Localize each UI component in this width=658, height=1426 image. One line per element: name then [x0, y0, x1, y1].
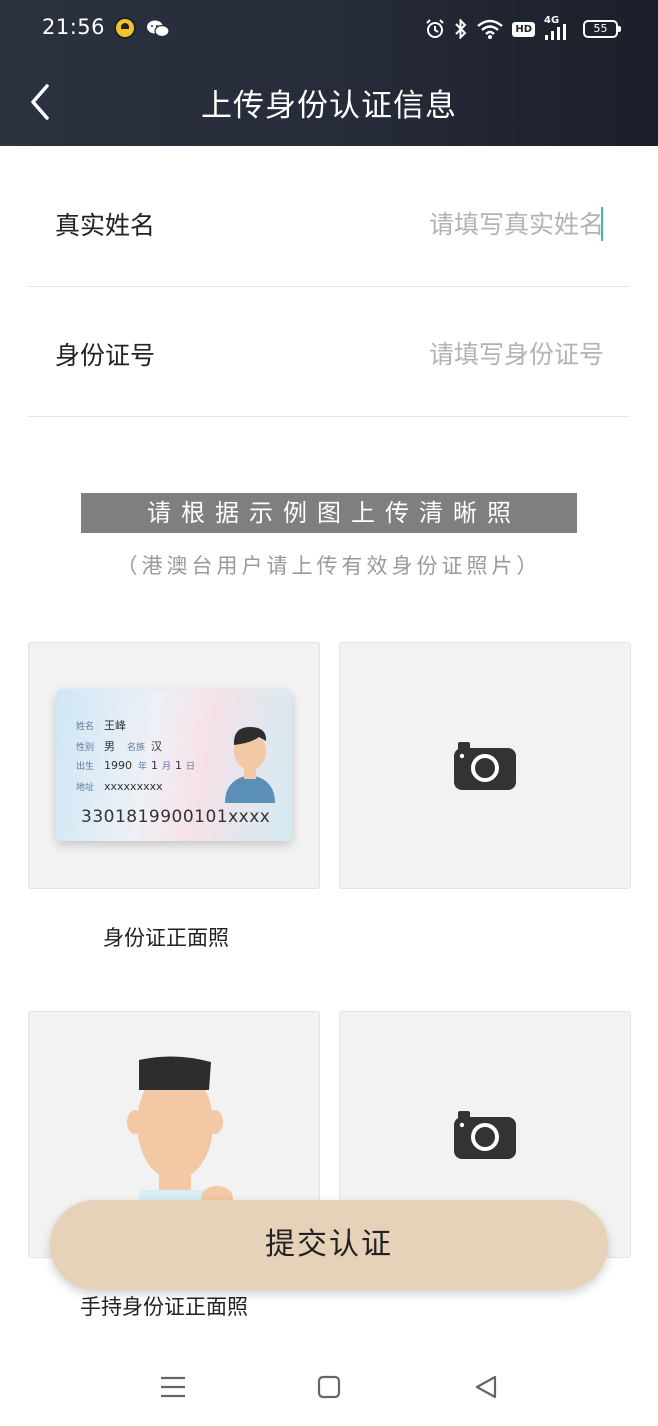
alarm-icon	[426, 19, 445, 38]
id-gender-key: 性别	[76, 743, 95, 753]
home-square-icon[interactable]	[314, 1372, 344, 1402]
id-name-value: 王峰	[104, 719, 127, 732]
id-birth-key: 出生	[76, 762, 95, 772]
system-nav-bar	[0, 1350, 658, 1426]
id-address-value: xxxxxxxxx	[104, 780, 163, 793]
status-bar: 21:56 HD 4G 55	[0, 0, 658, 60]
id-number-label: 身份证号	[55, 341, 156, 370]
upload-id-front-button[interactable]	[339, 642, 631, 889]
signal-bars-icon	[545, 24, 566, 40]
id-year-unit: 年	[138, 762, 148, 772]
id-day-unit: 日	[186, 762, 196, 772]
id-address-line: 地址 xxxxxxxxx	[76, 780, 163, 793]
id-card-sample: 姓名 王峰 性别男名族汉 出生 1990 年 1 月 1 日 地址 xxxxxxxxx 3301…	[56, 689, 292, 841]
back-triangle-icon[interactable]	[471, 1372, 501, 1402]
real-name-label: 真实姓名	[55, 211, 156, 240]
camera-icon	[454, 741, 516, 790]
id-ethnicity-value: 汉	[151, 740, 163, 753]
id-month-unit: 月	[162, 762, 172, 772]
menu-icon[interactable]	[158, 1372, 188, 1402]
page: 21:56 HD 4G 55 上传身份认证信息 真实姓名 请填写真实姓名 身份证…	[0, 0, 658, 1426]
id-ethnicity-key: 名族	[127, 743, 146, 753]
real-name-row: 真实姓名	[28, 158, 630, 287]
page-title: 上传身份认证信息	[201, 88, 457, 124]
bluetooth-icon	[455, 19, 467, 39]
id-birth-month: 1	[151, 759, 159, 772]
hd-icon: HD	[512, 21, 535, 37]
battery-icon: 55	[583, 20, 621, 38]
id-birth-day: 1	[175, 759, 183, 772]
id-gender-line: 性别男 名族汉	[76, 738, 162, 754]
submit-verification-button[interactable]: 提交认证	[50, 1200, 608, 1290]
id-front-sample-card: 姓名 王峰 性别男名族汉 出生 1990 年 1 月 1 日 地址 xxxxxxxxx 3301…	[28, 642, 320, 889]
id-portrait-icon	[225, 727, 275, 803]
instruction-note: （港澳台用户请上传有效身份证照片）	[116, 554, 542, 578]
header: 21:56 HD 4G 55 上传身份认证信息	[0, 0, 658, 146]
wechat-icon	[147, 20, 170, 38]
id-name-line: 姓名 王峰	[76, 717, 126, 733]
holding-id-caption: 手持身份证正面照	[80, 1295, 248, 1319]
app-badge-icon	[114, 17, 136, 39]
status-time: 21:56	[42, 15, 106, 39]
wifi-icon	[477, 19, 504, 39]
id-address-key: 地址	[76, 783, 95, 793]
id-sample-number: 3301819900101xxxx	[81, 807, 271, 827]
id-front-caption: 身份证正面照	[103, 926, 229, 950]
signal-4g-icon: 4G	[544, 15, 574, 40]
id-gender-value: 男	[104, 740, 116, 753]
text-caret	[601, 207, 603, 241]
real-name-input[interactable]	[304, 204, 604, 244]
status-icons: HD 4G 55	[425, 15, 621, 42]
id-number-row: 身份证号	[28, 288, 630, 417]
id-birth-year: 1990	[104, 759, 133, 772]
id-birth-line: 出生 1990 年 1 月 1 日	[76, 759, 205, 772]
id-name-key: 姓名	[76, 722, 95, 732]
id-number-input[interactable]	[304, 334, 604, 374]
instruction-banner: 请根据示例图上传清晰照	[81, 493, 577, 533]
camera-icon	[454, 1110, 516, 1159]
